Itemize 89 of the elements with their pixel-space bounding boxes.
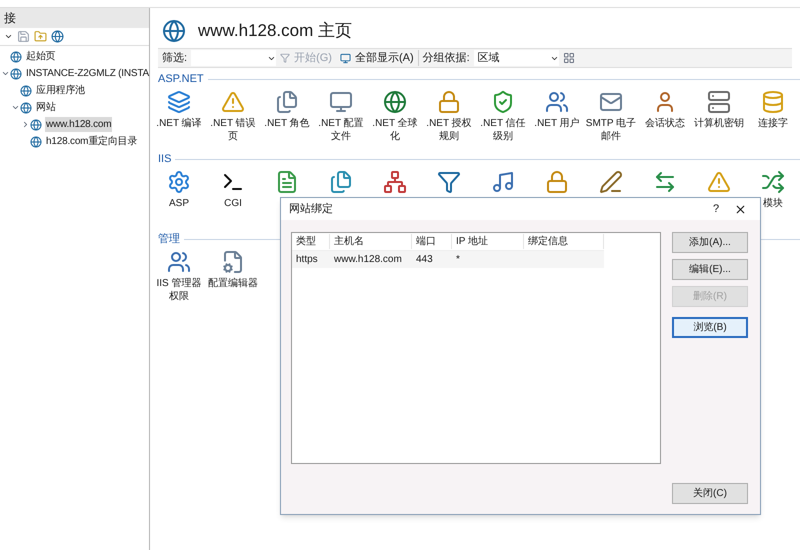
filter-field[interactable] xyxy=(191,50,276,66)
documents-icon[interactable] xyxy=(275,90,299,114)
table-cell-text: * xyxy=(455,253,461,267)
globe-icon[interactable] xyxy=(383,90,407,114)
group-value: 区域 xyxy=(478,50,500,66)
lock-icon[interactable] xyxy=(437,90,461,114)
column-header[interactable]: 主机名 xyxy=(330,234,412,249)
globe-icon[interactable] xyxy=(51,30,64,43)
document-icon[interactable] xyxy=(275,170,299,194)
window-icon[interactable] xyxy=(329,90,353,114)
feature-label[interactable]: .NET 配置文件 xyxy=(314,117,368,143)
feature-label[interactable]: CGI xyxy=(224,197,242,210)
collapse-icon[interactable] xyxy=(10,103,20,112)
view-icon[interactable] xyxy=(562,52,575,64)
dialog-title: 网站绑定 xyxy=(289,202,334,217)
table-cell-text: 443 xyxy=(415,253,434,267)
feature-label[interactable]: 配置编辑器 xyxy=(208,277,258,290)
feature-label[interactable]: .NET 全球化 xyxy=(368,117,422,143)
warning-icon[interactable] xyxy=(221,90,245,114)
globe-icon xyxy=(20,102,32,114)
section-heading: 管理 xyxy=(158,232,180,247)
warning-icon[interactable] xyxy=(707,170,731,194)
feature-label[interactable]: .NET 错误页 xyxy=(206,117,260,143)
table-cell-text: https xyxy=(295,253,319,267)
funnel-icon[interactable] xyxy=(437,170,461,194)
show-all-button[interactable]: 全部显示(A) xyxy=(336,50,418,66)
folder-icon[interactable] xyxy=(34,30,47,43)
feature-label[interactable]: 计算机密钥 xyxy=(694,117,744,130)
globe-icon xyxy=(10,68,22,80)
users-icon[interactable] xyxy=(545,90,569,114)
monitor-icon xyxy=(340,52,351,64)
table-cell-text: www.h128.com xyxy=(333,253,403,267)
stack-icon[interactable] xyxy=(167,90,191,114)
feature-label[interactable]: .NET 用户 xyxy=(534,117,580,130)
feature-label[interactable]: SMTP 电子邮件 xyxy=(584,117,638,143)
gear-icon[interactable] xyxy=(167,170,191,194)
dropdown-icon[interactable] xyxy=(4,32,13,41)
tree-item[interactable]: INSTANCE-Z2GMLZ (INSTA xyxy=(25,66,150,81)
tree-item[interactable]: h128.com重定向目录 xyxy=(45,134,138,149)
collapse-icon[interactable] xyxy=(0,69,10,78)
dialog-close-button[interactable]: 关闭(C) xyxy=(672,483,748,504)
pen-icon[interactable] xyxy=(599,170,623,194)
lock-icon[interactable] xyxy=(545,170,569,194)
network-icon[interactable] xyxy=(383,170,407,194)
panel-header: 接 xyxy=(0,8,149,28)
tree-item[interactable]: 应用程序池 xyxy=(35,83,86,98)
tree-item[interactable]: 网站 xyxy=(35,100,57,115)
feature-label[interactable]: .NET 授权规则 xyxy=(422,117,476,143)
arrows-icon[interactable] xyxy=(653,170,677,194)
save-icon[interactable] xyxy=(17,30,30,43)
feature-label[interactable]: ASP xyxy=(168,197,189,210)
dialog-button[interactable]: 添加(A)... xyxy=(672,232,748,253)
documents-icon[interactable] xyxy=(329,170,353,194)
tree-item[interactable]: 起始页 xyxy=(25,49,56,64)
column-header[interactable]: IP 地址 xyxy=(452,234,524,249)
feature-label[interactable]: .NET 编译 xyxy=(156,117,202,130)
shield-check-icon[interactable] xyxy=(491,90,515,114)
funnel-icon xyxy=(280,53,290,63)
feature-label[interactable]: IIS 管理器权限 xyxy=(152,277,206,303)
close-icon xyxy=(734,202,746,216)
globe-icon xyxy=(162,19,186,43)
dialog-button[interactable]: 编辑(E)... xyxy=(672,259,748,280)
document-icon[interactable] xyxy=(221,250,245,274)
server-icon[interactable] xyxy=(707,90,731,114)
group-select[interactable]: 区域 xyxy=(474,50,559,66)
arrows-icon[interactable] xyxy=(761,170,785,194)
mail-icon[interactable] xyxy=(599,90,623,114)
globe-icon xyxy=(10,50,22,62)
filter-label: 筛选: xyxy=(161,50,188,66)
globe-icon xyxy=(30,118,42,130)
tree-item[interactable]: www.h128.com xyxy=(45,117,112,132)
globe-icon xyxy=(30,136,42,148)
section-heading: IIS xyxy=(158,152,172,167)
database-icon[interactable] xyxy=(761,90,785,114)
users-icon[interactable] xyxy=(167,250,191,274)
feature-label[interactable]: 模块 xyxy=(763,197,783,210)
feature-label[interactable]: 连接字 xyxy=(758,117,788,130)
music-icon[interactable] xyxy=(491,170,515,194)
column-header[interactable]: 绑定信息 xyxy=(524,234,604,249)
dialog-button[interactable]: 浏览(B) xyxy=(672,317,748,338)
page-title: www.h128.com 主页 xyxy=(198,20,352,42)
globe-icon xyxy=(20,84,32,96)
help-button[interactable]: ? xyxy=(704,200,728,218)
feature-label[interactable]: 会话状态 xyxy=(645,117,685,130)
feature-label[interactable]: .NET 角色 xyxy=(264,117,310,130)
column-header[interactable]: 类型 xyxy=(292,234,330,249)
section-heading: ASP.NET xyxy=(158,72,204,87)
column-header[interactable]: 端口 xyxy=(412,234,452,249)
feature-label[interactable]: .NET 信任级别 xyxy=(476,117,530,143)
